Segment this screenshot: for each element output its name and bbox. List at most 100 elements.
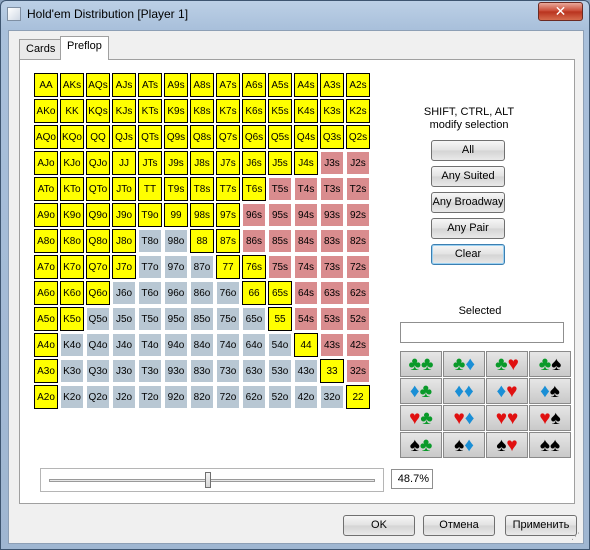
hand-cell[interactable]: T7o xyxy=(138,255,162,279)
hand-cell[interactable]: 64s xyxy=(294,281,318,305)
hand-cell[interactable]: Q5o xyxy=(86,307,110,331)
any-suited-button[interactable]: Any Suited xyxy=(431,166,505,187)
hand-cell[interactable]: 83o xyxy=(190,359,214,383)
hand-cell[interactable]: TT xyxy=(138,177,162,201)
suit-combo-button[interactable]: ♥ ♣ xyxy=(400,405,442,431)
hand-cell[interactable]: AJo xyxy=(34,151,58,175)
hand-cell[interactable]: 22 xyxy=(346,385,370,409)
hand-cell[interactable]: 84o xyxy=(190,333,214,357)
suit-combo-button[interactable]: ♥ ♥ xyxy=(486,405,528,431)
hand-cell[interactable]: AA xyxy=(34,73,58,97)
hand-cell[interactable]: Q8o xyxy=(86,229,110,253)
hand-cell[interactable]: 85o xyxy=(190,307,214,331)
hand-cell[interactable]: Q2s xyxy=(346,125,370,149)
hand-cell[interactable]: 87s xyxy=(216,229,240,253)
hand-cell[interactable]: Q8s xyxy=(190,125,214,149)
hand-cell[interactable]: Q5s xyxy=(268,125,292,149)
suit-combo-button[interactable]: ♠ ♥ xyxy=(486,432,528,458)
hand-cell[interactable]: T9o xyxy=(138,203,162,227)
hand-cell[interactable]: Q7o xyxy=(86,255,110,279)
hand-cell[interactable]: A9o xyxy=(34,203,58,227)
hand-cell[interactable]: 52o xyxy=(268,385,292,409)
hand-cell[interactable]: QJo xyxy=(86,151,110,175)
hand-cell[interactable]: T2s xyxy=(346,177,370,201)
hand-cell[interactable]: 96s xyxy=(242,203,266,227)
hand-cell[interactable]: 55 xyxy=(268,307,292,331)
hand-cell[interactable]: K3o xyxy=(60,359,84,383)
hand-cell[interactable]: A8s xyxy=(190,73,214,97)
hand-cell[interactable]: 65o xyxy=(242,307,266,331)
hand-cell[interactable]: J9o xyxy=(112,203,136,227)
hand-cell[interactable]: QQ xyxy=(86,125,110,149)
hand-cell[interactable]: Q9o xyxy=(86,203,110,227)
hand-cell[interactable]: 83s xyxy=(320,229,344,253)
hand-cell[interactable]: 77 xyxy=(216,255,240,279)
suit-combo-button[interactable]: ♥ ♠ xyxy=(529,405,571,431)
hand-cell[interactable]: A9s xyxy=(164,73,188,97)
hand-cell[interactable]: Q6o xyxy=(86,281,110,305)
hand-cell[interactable]: Q4o xyxy=(86,333,110,357)
hand-cell[interactable]: 72s xyxy=(346,255,370,279)
ok-button[interactable]: OK xyxy=(343,515,415,536)
hand-cell[interactable]: ATo xyxy=(34,177,58,201)
hand-cell[interactable]: KK xyxy=(60,99,84,123)
hand-cell[interactable]: K8s xyxy=(190,99,214,123)
hand-cell[interactable]: J4o xyxy=(112,333,136,357)
suit-combo-button[interactable]: ♠ ♦ xyxy=(443,432,485,458)
hand-cell[interactable]: A6o xyxy=(34,281,58,305)
hand-cell[interactable]: K3s xyxy=(320,99,344,123)
hand-cell[interactable]: J5o xyxy=(112,307,136,331)
hand-cell[interactable]: 98s xyxy=(190,203,214,227)
hand-cell[interactable]: 62o xyxy=(242,385,266,409)
hand-cell[interactable]: Q7s xyxy=(216,125,240,149)
hand-cell[interactable]: 95s xyxy=(268,203,292,227)
hand-cell[interactable]: 93o xyxy=(164,359,188,383)
hand-cell[interactable]: T4o xyxy=(138,333,162,357)
hand-cell[interactable]: J6o xyxy=(112,281,136,305)
suit-combo-button[interactable]: ♣ ♠ xyxy=(529,351,571,377)
hand-cell[interactable]: 72o xyxy=(216,385,240,409)
hand-cell[interactable]: 65s xyxy=(268,281,292,305)
hand-cell[interactable]: AQs xyxy=(86,73,110,97)
hand-cell[interactable]: 43s xyxy=(320,333,344,357)
hand-cell[interactable]: 95o xyxy=(164,307,188,331)
hand-cell[interactable]: A8o xyxy=(34,229,58,253)
hand-cell[interactable]: 98o xyxy=(164,229,188,253)
hand-cell[interactable]: A7s xyxy=(216,73,240,97)
hand-cell[interactable]: Q6s xyxy=(242,125,266,149)
hand-cell[interactable]: 85s xyxy=(268,229,292,253)
hand-cell[interactable]: 82o xyxy=(190,385,214,409)
hand-cell[interactable]: A3o xyxy=(34,359,58,383)
hand-cell[interactable]: Q9s xyxy=(164,125,188,149)
hand-cell[interactable]: A5o xyxy=(34,307,58,331)
hand-cell[interactable]: 62s xyxy=(346,281,370,305)
hand-cell[interactable]: 53s xyxy=(320,307,344,331)
hand-cell[interactable]: J2s xyxy=(346,151,370,175)
slider-thumb[interactable] xyxy=(204,472,211,488)
hand-cell[interactable]: KJo xyxy=(60,151,84,175)
hand-cell[interactable]: T3o xyxy=(138,359,162,383)
hand-cell[interactable]: J5s xyxy=(268,151,292,175)
hand-cell[interactable]: 82s xyxy=(346,229,370,253)
suit-combo-button[interactable]: ♦ ♣ xyxy=(400,378,442,404)
hand-cell[interactable]: J6s xyxy=(242,151,266,175)
hand-cell[interactable]: Q4s xyxy=(294,125,318,149)
hand-cell[interactable]: 94o xyxy=(164,333,188,357)
suit-combo-button[interactable]: ♠ ♣ xyxy=(400,432,442,458)
hand-cell[interactable]: 63s xyxy=(320,281,344,305)
apply-button[interactable]: Применить xyxy=(505,515,577,536)
hand-cell[interactable]: JTo xyxy=(112,177,136,201)
hand-cell[interactable]: T6o xyxy=(138,281,162,305)
hand-cell[interactable]: A3s xyxy=(320,73,344,97)
slider-track[interactable] xyxy=(49,479,375,482)
hand-cell[interactable]: 44 xyxy=(294,333,318,357)
hand-cell[interactable]: J8o xyxy=(112,229,136,253)
hand-cell[interactable]: QTs xyxy=(138,125,162,149)
hand-cell[interactable]: JTs xyxy=(138,151,162,175)
any-pair-button[interactable]: Any Pair xyxy=(431,218,505,239)
hand-cell[interactable]: T5o xyxy=(138,307,162,331)
tab-cards[interactable]: Cards xyxy=(19,39,63,59)
suit-combo-button[interactable]: ♠ ♠ xyxy=(529,432,571,458)
hand-cell[interactable]: 75o xyxy=(216,307,240,331)
hand-cell[interactable]: K2o xyxy=(60,385,84,409)
